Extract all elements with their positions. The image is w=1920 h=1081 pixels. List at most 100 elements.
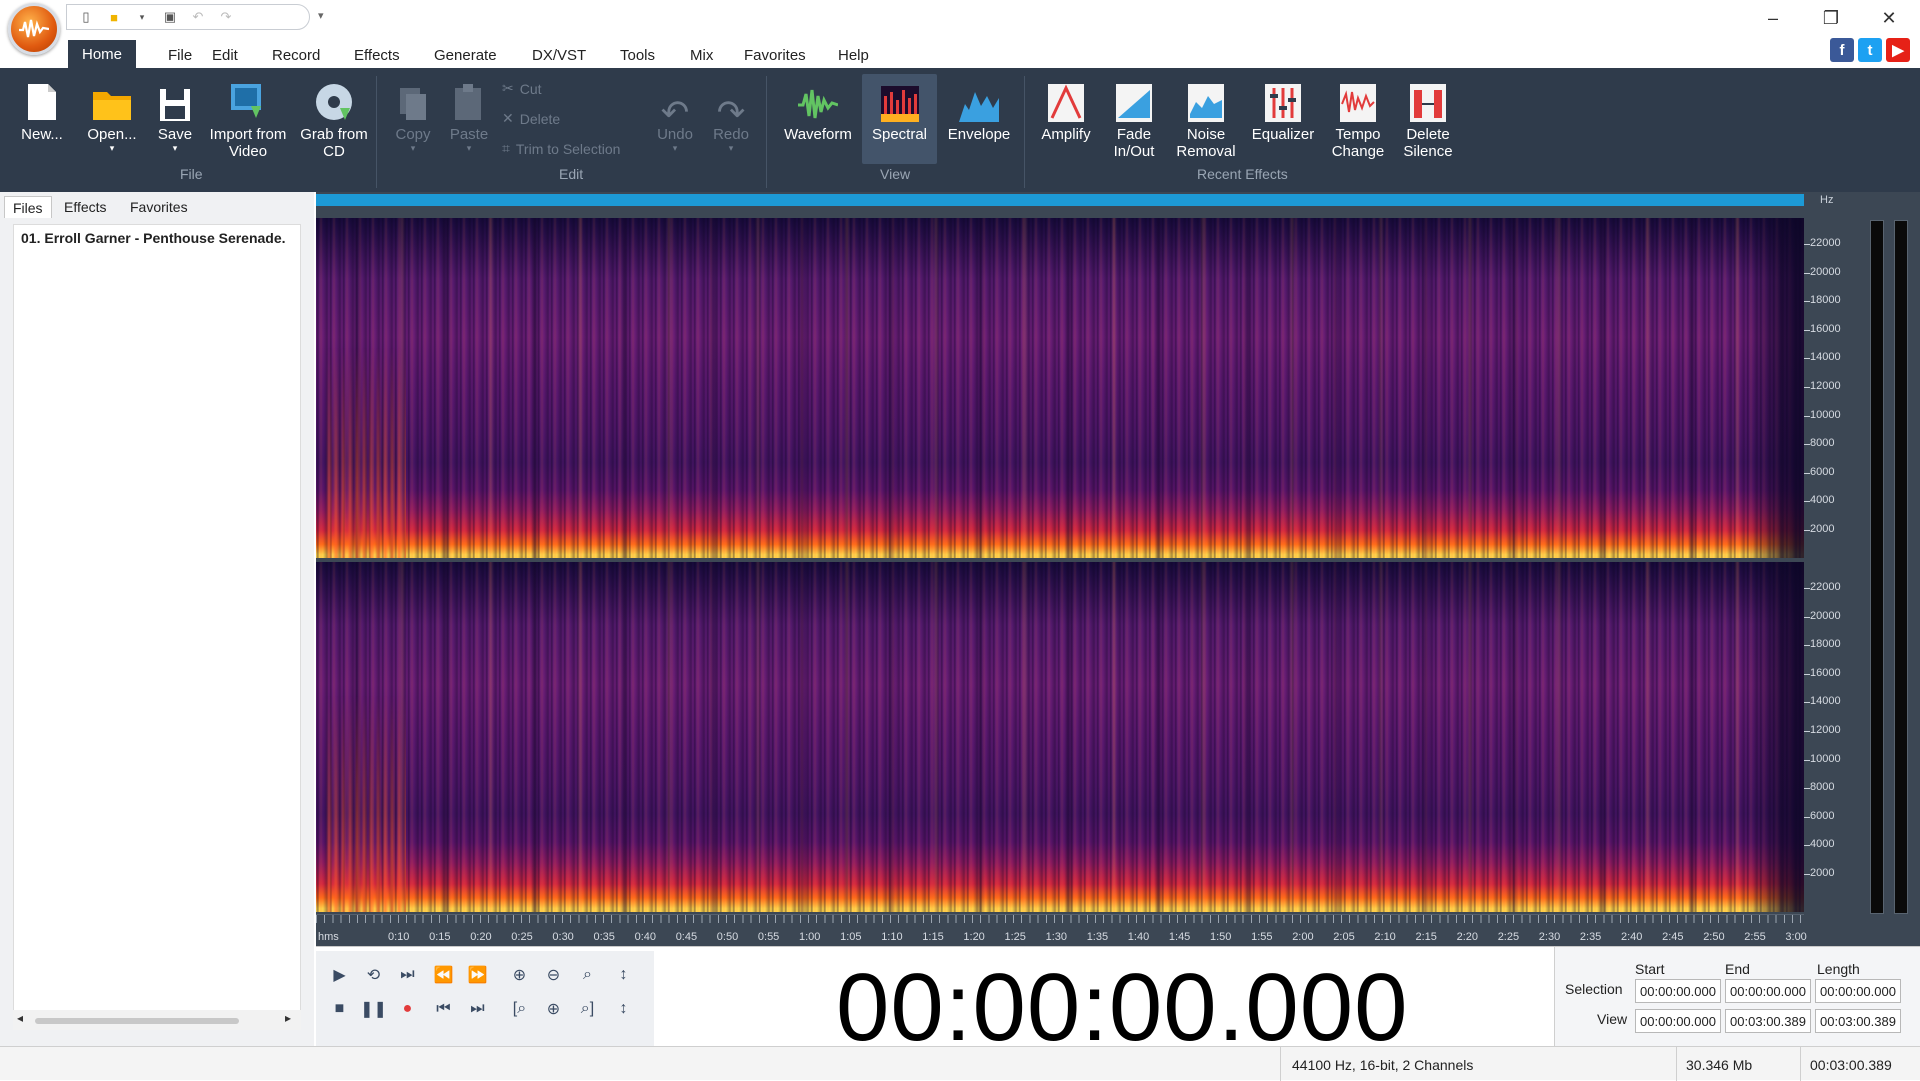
go-to-end-icon[interactable]: ⏭ [460, 993, 495, 1025]
selection-length-field[interactable]: 00:00:00.000 [1815, 979, 1901, 1003]
time-ruler[interactable]: hms 0:10 0:15 0:20 0:25 0:30 0:35 0:40 0:45 0:50… [316, 914, 1807, 946]
tab-home[interactable]: Home [68, 40, 137, 68]
fade-in-out-button[interactable]: Fade In/Out [1104, 68, 1164, 160]
selection-panel: Start End Length Selection 00:00:00.000 … [1554, 947, 1920, 1047]
go-to-start-icon[interactable]: ⏮ [426, 993, 461, 1025]
dropdown-icon[interactable]: ▾ [131, 7, 153, 27]
tab-tools[interactable]: Tools [606, 42, 669, 68]
trim-to-selection-button[interactable]: ⌗ Trim to Selection [502, 140, 620, 157]
frequency-tick-label: 4000 [1810, 494, 1835, 507]
ruler-time-label: 1:20 [963, 931, 985, 943]
amplify-button[interactable]: Amplify [1036, 68, 1096, 143]
spectrogram-channel-1[interactable] [316, 218, 1804, 558]
frequency-tick-label: 6000 [1810, 465, 1835, 478]
scroll-right-icon[interactable]: ▸ [285, 1011, 291, 1025]
play-to-end-icon[interactable]: ⏭ [390, 959, 425, 991]
cut-button[interactable]: ✂ Cut [502, 80, 542, 97]
redo-button[interactable]: ↷ Redo ▾ [706, 68, 756, 153]
copy-button[interactable]: Copy ▾ [388, 68, 438, 153]
scrollbar-thumb[interactable] [35, 1018, 239, 1024]
stop-icon[interactable]: ■ [322, 993, 357, 1025]
zoom-100-icon[interactable]: ⌕ [570, 959, 605, 991]
youtube-icon[interactable]: ▶ [1886, 38, 1910, 62]
open-folder-icon[interactable]: ■ [103, 7, 125, 27]
app-logo[interactable] [8, 3, 60, 55]
zoom-vertical-icon[interactable]: ↕ [606, 959, 641, 991]
file-item[interactable]: 01. Erroll Garner - Penthouse Serenade. [21, 230, 286, 246]
horizontal-scrollbar[interactable]: ◂ ▸ [13, 1010, 301, 1030]
tab-effects-panel[interactable]: Effects [56, 196, 115, 218]
envelope-view-button[interactable]: Envelope [944, 68, 1014, 143]
grab-from-cd-button[interactable]: Grab from CD [294, 68, 374, 160]
zoom-in-icon[interactable]: ⊕ [502, 959, 537, 991]
pause-icon[interactable]: ❚❚ [356, 993, 391, 1025]
zoom-vertical-out-icon[interactable]: ↕ [606, 993, 641, 1025]
close-button[interactable]: ✕ [1860, 0, 1918, 36]
delete-silence-button[interactable]: Delete Silence [1396, 68, 1460, 160]
new-doc-icon[interactable]: ▯ [75, 7, 97, 27]
view-length-field[interactable]: 00:03:00.389 [1815, 1009, 1901, 1033]
ruler-ticks [316, 915, 1804, 923]
tab-dxvst[interactable]: DX/VST [518, 42, 600, 68]
tab-favorites-panel[interactable]: Favorites [122, 196, 196, 218]
redo-icon[interactable]: ↷ [215, 7, 237, 27]
ruler-time-label: 0:15 [429, 931, 451, 943]
play-icon[interactable]: ▶ [322, 959, 357, 991]
fast-forward-icon[interactable]: ⏩ [460, 959, 495, 991]
waveform-editor[interactable]: Hz 22000 20000 18000 16000 14000 12000 10000 80… [316, 192, 1920, 946]
record-icon[interactable]: ● [390, 993, 425, 1025]
view-start-field[interactable]: 00:00:00.000 [1635, 1009, 1721, 1033]
tab-files[interactable]: Files [4, 196, 52, 218]
new-button[interactable]: New... [14, 68, 70, 143]
ruler-time-label: 0:35 [593, 931, 615, 943]
import-from-video-button[interactable]: Import from Video [206, 68, 290, 160]
loop-play-icon[interactable]: ⟲ [356, 959, 391, 991]
selection-start-field[interactable]: 00:00:00.000 [1635, 979, 1721, 1003]
delete-silence-icon [1406, 80, 1450, 122]
frequency-tick-label: 20000 [1810, 609, 1841, 622]
ruler-time-label: 2:45 [1662, 931, 1684, 943]
tab-generate[interactable]: Generate [420, 42, 511, 68]
spectral-view-button[interactable]: Spectral [862, 68, 937, 143]
restore-button[interactable]: ❐ [1802, 0, 1860, 36]
ruler-time-label: 2:50 [1703, 931, 1725, 943]
open-button[interactable]: Open... ▾ [82, 68, 142, 153]
selection-end-field[interactable]: 00:00:00.000 [1725, 979, 1811, 1003]
spectrogram-channel-2[interactable] [316, 562, 1804, 912]
equalizer-button[interactable]: Equalizer [1248, 68, 1318, 143]
save-button[interactable]: Save ▾ [152, 68, 198, 153]
facebook-icon[interactable]: f [1830, 38, 1854, 62]
zoom-to-end-icon[interactable]: ⌕] [570, 993, 605, 1025]
tempo-change-button[interactable]: Tempo Change [1324, 68, 1392, 160]
view-end-field[interactable]: 00:03:00.389 [1725, 1009, 1811, 1033]
save-icon[interactable]: ▣ [159, 7, 181, 27]
paste-button[interactable]: Paste ▾ [444, 68, 494, 153]
fade-icon [1112, 80, 1156, 122]
cd-icon [312, 80, 356, 122]
tab-effects[interactable]: Effects [340, 42, 414, 68]
undo-button[interactable]: ↶ Undo ▾ [650, 68, 700, 153]
undo-icon[interactable]: ↶ [187, 7, 209, 27]
zoom-out-icon[interactable]: ⊖ [536, 959, 571, 991]
quick-access-toolbar: ▯ ■ ▾ ▣ ↶ ↷ [66, 4, 310, 30]
ruler-time-label: 2:05 [1333, 931, 1355, 943]
twitter-icon[interactable]: t [1858, 38, 1882, 62]
tab-favorites[interactable]: Favorites [730, 42, 820, 68]
waveform-view-button[interactable]: Waveform [780, 68, 856, 143]
ruler-time-label: 0:40 [634, 931, 657, 943]
delete-button[interactable]: ✕ Delete [502, 110, 560, 127]
customize-qat-icon[interactable]: ▾ [318, 9, 324, 22]
noise-removal-button[interactable]: Noise Removal [1170, 68, 1242, 160]
rewind-icon[interactable]: ⏪ [426, 959, 461, 991]
scroll-left-icon[interactable]: ◂ [17, 1011, 23, 1025]
tab-record[interactable]: Record [258, 42, 334, 68]
ruler-time-label: 0:45 [675, 931, 698, 943]
tab-edit[interactable]: Edit [198, 42, 252, 68]
tab-help[interactable]: Help [824, 42, 883, 68]
tab-mix[interactable]: Mix [676, 42, 727, 68]
overview-timebar[interactable] [316, 194, 1804, 206]
ruler-time-label: 1:10 [881, 931, 903, 943]
minimize-button[interactable]: – [1744, 0, 1802, 36]
zoom-selection-icon[interactable]: ⊕ [536, 993, 571, 1025]
zoom-to-start-icon[interactable]: [⌕ [502, 993, 537, 1025]
